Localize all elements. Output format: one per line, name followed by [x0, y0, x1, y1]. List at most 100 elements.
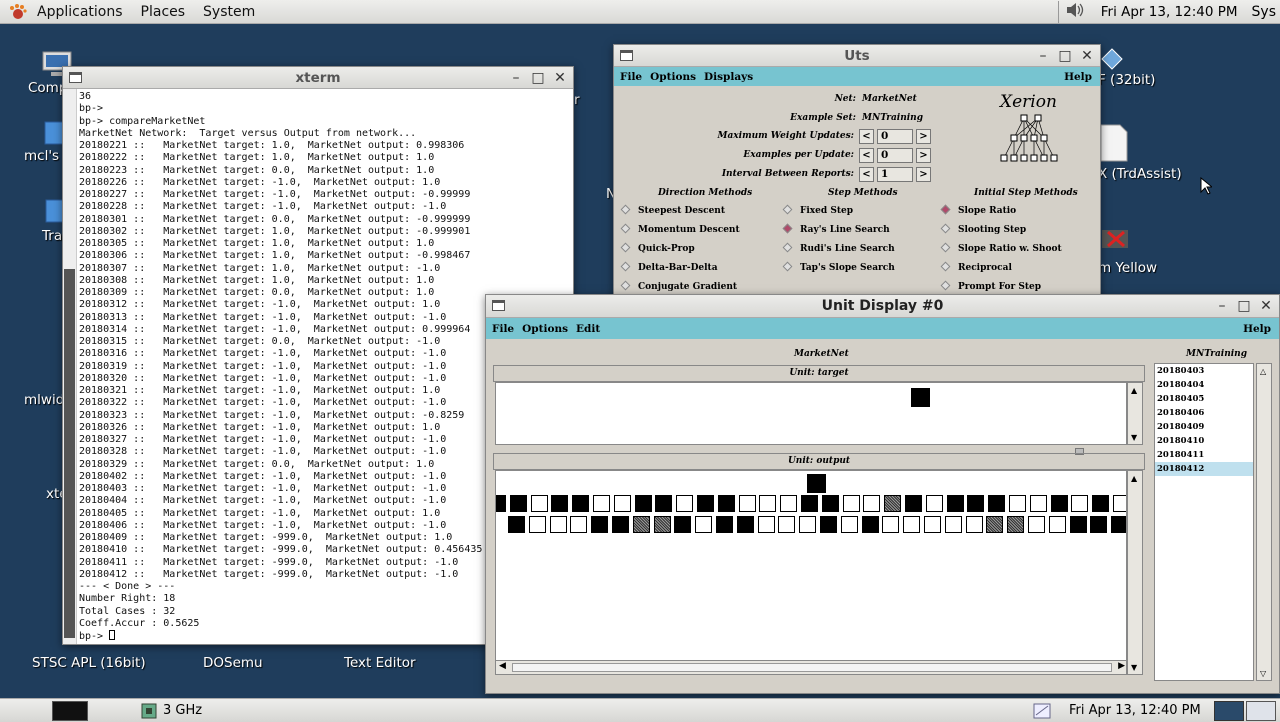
unit-cell[interactable] [778, 516, 796, 533]
radio-diamond-icon[interactable] [620, 242, 631, 253]
output-canvas[interactable]: ◀ ▶ [495, 470, 1127, 675]
increment-button[interactable]: > [916, 167, 931, 182]
unit-cell[interactable] [946, 495, 964, 512]
list-item[interactable]: 20180403 [1155, 364, 1253, 378]
show-desktop-icon[interactable] [1033, 703, 1051, 719]
unit-cell[interactable] [819, 516, 837, 533]
workspace-thumbnail[interactable] [52, 701, 88, 721]
example-list[interactable]: 20180403 20180404 20180405 20180406 20180409… [1154, 363, 1254, 681]
unit-cell[interactable] [861, 516, 879, 533]
option-fixed-step[interactable]: Fixed Step [782, 204, 853, 216]
radio-diamond-icon[interactable] [940, 223, 951, 234]
unit-cell[interactable] [736, 516, 754, 533]
unit-cell[interactable] [988, 495, 1006, 512]
minimize-button[interactable]: – [1215, 299, 1229, 313]
scrollbar-thumb[interactable] [64, 269, 75, 638]
window-menu-icon[interactable] [620, 50, 633, 61]
unit-cell[interactable] [1029, 495, 1047, 512]
option-quick-prop[interactable]: Quick-Prop [620, 242, 695, 254]
terminal-output[interactable]: 36 bp-> bp-> compareMarketNet MarketNet … [79, 91, 482, 643]
unit-cell[interactable] [1027, 516, 1045, 533]
unit-display-window[interactable]: Unit Display #0 – □ ✕ File Options Edit … [485, 294, 1280, 694]
menu-system[interactable]: System [194, 0, 264, 24]
option-prompt-for-step[interactable]: Prompt For Step [940, 280, 1041, 292]
menu-edit[interactable]: Edit [576, 323, 600, 335]
menu-file[interactable]: File [620, 71, 642, 83]
unit-cell[interactable] [1111, 516, 1126, 533]
option-slope-ratio-w-shoot[interactable]: Slope Ratio w. Shoot [940, 242, 1062, 254]
list-item[interactable]: 20180405 [1155, 392, 1253, 406]
maximize-button[interactable]: □ [1237, 299, 1251, 313]
unit-cell[interactable] [884, 495, 902, 512]
unit-cell[interactable] [653, 516, 671, 533]
unit-cell[interactable] [1090, 516, 1108, 533]
unit-cell[interactable] [903, 516, 921, 533]
unit-cell[interactable] [738, 495, 756, 512]
desktop-icon-partial-r[interactable]: r [574, 92, 580, 108]
unit-cell[interactable] [800, 495, 818, 512]
maximize-button[interactable]: □ [1058, 49, 1072, 63]
unit-cell[interactable] [632, 516, 650, 533]
unit-cell[interactable] [592, 495, 610, 512]
option-ray-s-line-search[interactable]: Ray's Line Search [782, 223, 890, 235]
unit-cell[interactable] [882, 516, 900, 533]
window-menu-icon[interactable] [69, 72, 82, 83]
desktop-icon-text-editor[interactable]: Text Editor [344, 655, 416, 671]
minimize-button[interactable]: – [509, 71, 523, 85]
menu-places[interactable]: Places [132, 0, 195, 24]
unit-cell[interactable] [676, 495, 694, 512]
unit-cell[interactable] [696, 495, 714, 512]
option-conjugate-gradient[interactable]: Conjugate Gradient [620, 280, 737, 292]
unit-cell[interactable] [1112, 495, 1126, 512]
cpu-freq-icon[interactable] [138, 702, 160, 720]
desktop-icon-stsc-apl[interactable]: STSC APL (16bit) [32, 655, 146, 671]
list-item[interactable]: 20180406 [1155, 406, 1253, 420]
unit-display-titlebar[interactable]: Unit Display #0 – □ ✕ [486, 295, 1279, 318]
unit-cell[interactable] [674, 516, 692, 533]
user-menu[interactable]: Sys [1252, 4, 1276, 20]
radio-diamond-icon[interactable] [620, 280, 631, 291]
unit-cell[interactable] [611, 516, 629, 533]
menu-displays[interactable]: Displays [704, 71, 753, 83]
option-momentum-descent[interactable]: Momentum Descent [620, 223, 740, 235]
decrement-button[interactable]: < [859, 129, 874, 144]
radio-diamond-icon[interactable] [940, 242, 951, 253]
unit-cell[interactable] [863, 495, 881, 512]
unit-cell[interactable] [634, 495, 652, 512]
top-clock[interactable]: Fri Apr 13, 12:40 PM [1101, 4, 1238, 20]
terminal-prompt[interactable]: bp-> [79, 631, 109, 642]
examples-per-update-input[interactable]: 0 [877, 148, 913, 163]
unit-cell[interactable] [1008, 495, 1026, 512]
radio-diamond-icon[interactable] [620, 261, 631, 272]
unit-cell[interactable] [821, 495, 839, 512]
unit-cell[interactable] [842, 495, 860, 512]
unit-cell[interactable] [1069, 516, 1087, 533]
decrement-button[interactable]: < [859, 148, 874, 163]
decrement-button[interactable]: < [859, 167, 874, 182]
radio-diamond-icon[interactable] [782, 261, 793, 272]
desktop-icon-mlwid[interactable]: mlwid [24, 392, 64, 408]
option-reciprocal[interactable]: Reciprocal [940, 261, 1012, 273]
uts-window[interactable]: Uts – □ ✕ File Options Displays Help Net… [613, 44, 1101, 300]
unit-cell[interactable] [508, 516, 525, 533]
unit-cell[interactable] [496, 495, 506, 512]
unit-cell[interactable] [572, 495, 590, 512]
unit-cell[interactable] [923, 516, 941, 533]
maximize-button[interactable]: □ [531, 71, 545, 85]
option-steepest-descent[interactable]: Steepest Descent [620, 204, 725, 216]
radio-diamond-icon[interactable] [620, 204, 631, 215]
list-item[interactable]: 20180411 [1155, 448, 1253, 462]
unit-cell[interactable] [840, 516, 858, 533]
unit-cell[interactable] [925, 495, 943, 512]
unit-cell[interactable] [986, 516, 1004, 533]
radio-diamond-icon[interactable] [782, 242, 793, 253]
unit-cell[interactable] [715, 516, 733, 533]
option-slope-ratio[interactable]: Slope Ratio [940, 204, 1016, 216]
target-canvas[interactable] [495, 382, 1127, 445]
menu-file[interactable]: File [492, 323, 514, 335]
minimize-button[interactable]: – [1036, 49, 1050, 63]
output-hscrollbar[interactable]: ◀ ▶ [496, 660, 1126, 674]
option-slooting-step[interactable]: Slooting Step [940, 223, 1026, 235]
example-list-scrollbar[interactable]: △ ▽ [1256, 363, 1272, 681]
increment-button[interactable]: > [916, 148, 931, 163]
